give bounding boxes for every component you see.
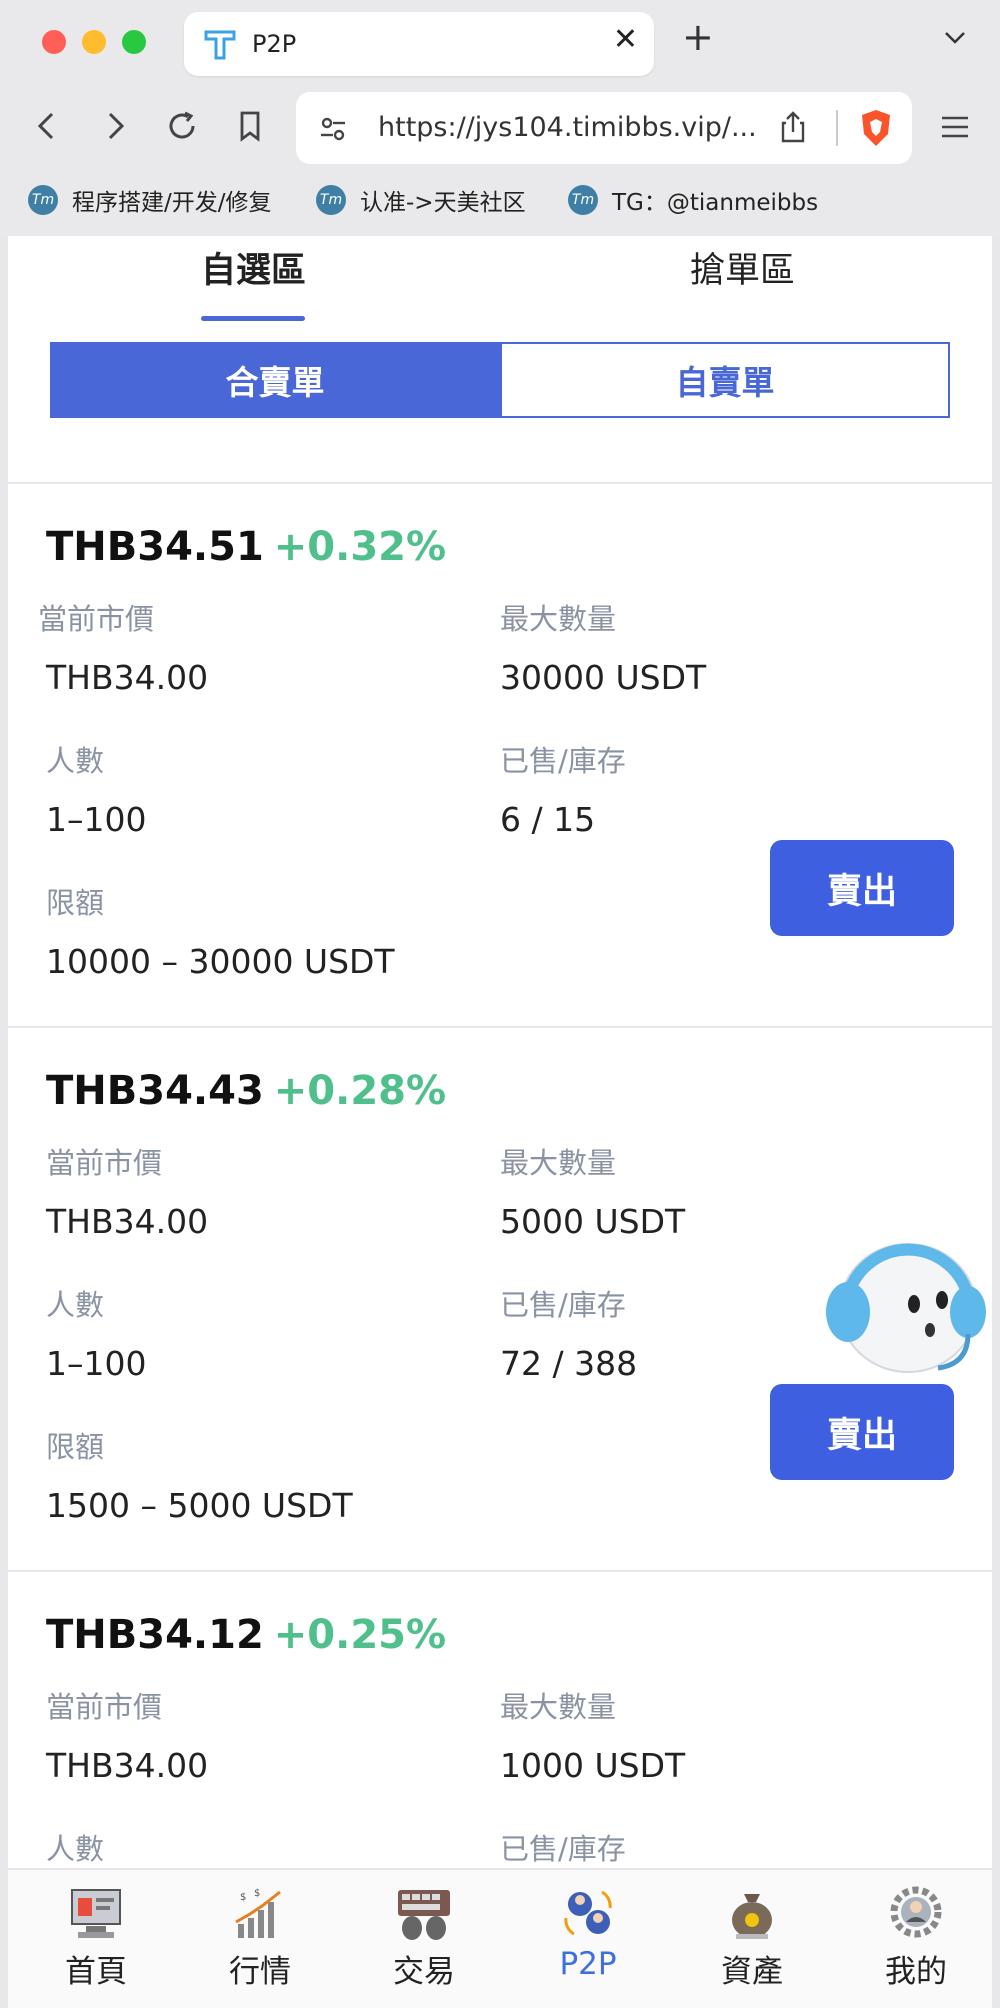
people-value: 1–100: [46, 1344, 147, 1383]
max-qty-label: 最大數量: [500, 602, 617, 636]
menu-icon[interactable]: [940, 114, 970, 140]
offer-price-value: THB34.12: [46, 1612, 264, 1658]
max-qty-value: 1000 USDT: [500, 1746, 686, 1785]
offer-price: THB34.51 +0.32%: [46, 524, 446, 570]
bookmark-label: 程序搭建/开发/修复: [72, 190, 272, 216]
offer-price: THB34.12 +0.25%: [46, 1612, 446, 1658]
p2p-page: 自選區 搶單區 合賣單 自賣單 THB34.51 +0.32% 當前市價 最大數量…: [8, 236, 992, 2008]
sold-stock-label: 已售/庫存: [500, 1832, 626, 1866]
bookmark-logo-icon: Tm: [28, 185, 58, 215]
reload-icon[interactable]: [164, 108, 200, 144]
p2p-exchange-icon: [564, 1890, 612, 1936]
browser-chrome: P2P ✕ + https://jys104.timibbs.vip/... T…: [0, 0, 1000, 236]
limit-label: 限額: [46, 1430, 105, 1464]
market-price-label: 當前市價: [46, 1690, 163, 1724]
people-label: 人數: [46, 1832, 105, 1866]
nav-home[interactable]: 首頁: [26, 1870, 166, 2008]
bookmark-item[interactable]: Tm 认准->天美社区: [316, 180, 526, 220]
market-price-value: THB34.00: [46, 1202, 209, 1241]
bookmark-item[interactable]: Tm TG：@tianmeibbs: [568, 180, 818, 220]
market-chart-icon: $ $: [235, 1888, 281, 1938]
new-tab-icon[interactable]: +: [682, 18, 714, 56]
url-divider: [836, 110, 838, 146]
offer-price: THB34.43 +0.28%: [46, 1068, 446, 1114]
nav-label: 資產: [721, 1954, 783, 1990]
bookmark-logo-icon: Tm: [568, 185, 598, 215]
offer-price-value: THB34.43: [46, 1068, 264, 1114]
max-qty-value: 30000 USDT: [500, 658, 707, 697]
money-bag-icon: [732, 1894, 772, 1939]
share-icon[interactable]: [778, 110, 808, 144]
offer-card: THB34.51 +0.32% 當前市價 最大數量 THB34.00 30000 …: [8, 484, 992, 1029]
limit-label: 限額: [46, 886, 105, 920]
nav-label: 行情: [229, 1954, 291, 1990]
people-label: 人數: [46, 1288, 105, 1322]
combined-sell-orders-toggle[interactable]: 合賣單: [50, 342, 500, 418]
market-price-label: 當前市價: [38, 602, 155, 636]
max-qty-value: 5000 USDT: [500, 1202, 686, 1241]
people-value: 1–100: [46, 800, 147, 839]
sold-stock-value: 72 / 388: [500, 1344, 638, 1383]
bookmark-item[interactable]: Tm 程序搭建/开发/修复: [28, 180, 272, 220]
sold-stock-value: 6 / 15: [500, 800, 596, 839]
svg-text:$: $: [240, 1892, 246, 1903]
nav-label: 交易: [393, 1954, 455, 1990]
market-price-label: 當前市價: [46, 1146, 163, 1180]
forward-icon[interactable]: [96, 108, 132, 144]
bookmark-logo-icon: Tm: [316, 185, 346, 215]
offer-price-change: +0.32%: [273, 524, 447, 570]
tab-selected-zone[interactable]: 自選區: [201, 242, 306, 293]
chevron-down-icon[interactable]: [942, 24, 968, 50]
nav-label: P2P: [559, 1946, 617, 1982]
offer-price-change: +0.25%: [273, 1612, 447, 1658]
offer-price-change: +0.28%: [273, 1068, 447, 1114]
people-label: 人數: [46, 744, 105, 778]
offer-price-value: THB34.51: [46, 524, 264, 570]
minimize-window-button[interactable]: [82, 30, 106, 54]
sold-stock-label: 已售/庫存: [500, 1288, 626, 1322]
svg-text:$: $: [254, 1888, 260, 1899]
sell-button[interactable]: 賣出: [770, 840, 954, 936]
max-qty-label: 最大數量: [500, 1690, 617, 1724]
self-sell-orders-toggle[interactable]: 自賣單: [500, 342, 950, 418]
nav-label: 首頁: [65, 1954, 127, 1990]
limit-value: 10000 – 30000 USDT: [46, 942, 395, 981]
max-qty-label: 最大數量: [500, 1146, 617, 1180]
nav-p2p[interactable]: P2P: [518, 1870, 658, 2008]
site-logo-icon: [204, 30, 236, 60]
sell-button[interactable]: 賣出: [770, 1384, 954, 1480]
maximize-window-button[interactable]: [122, 30, 146, 54]
url-bar[interactable]: https://jys104.timibbs.vip/...: [296, 92, 912, 164]
offer-card: THB34.12 +0.25% 當前市價 最大數量 THB34.00 1000 U…: [8, 1572, 992, 1868]
bookmark-icon[interactable]: [232, 108, 268, 144]
bottom-nav: 首頁 $ $ 行情 交易 P2P 資產 我的: [8, 1868, 992, 2008]
site-settings-icon[interactable]: [318, 114, 348, 144]
active-tab-indicator: [201, 316, 305, 321]
nav-label: 我的: [885, 1954, 947, 1990]
profile-gear-icon: [890, 1886, 942, 1938]
bookmark-label: TG：@tianmeibbs: [612, 190, 819, 216]
url-text: https://jys104.timibbs.vip/...: [378, 112, 757, 143]
sold-stock-label: 已售/庫存: [500, 744, 626, 778]
tab-close-icon[interactable]: ✕: [613, 22, 638, 57]
nav-profile[interactable]: 我的: [846, 1870, 986, 2008]
nav-trade[interactable]: 交易: [354, 1870, 494, 2008]
bookmark-label: 认准->天美社区: [360, 190, 526, 216]
market-price-value: THB34.00: [46, 658, 209, 697]
close-window-button[interactable]: [42, 30, 66, 54]
home-icon: [71, 1889, 121, 1938]
nav-assets[interactable]: 資產: [682, 1870, 822, 2008]
tab-grab-orders[interactable]: 搶單區: [690, 242, 795, 293]
keyboard-trade-icon: [398, 1890, 450, 1940]
limit-value: 1500 – 5000 USDT: [46, 1486, 353, 1525]
market-price-value: THB34.00: [46, 1746, 209, 1785]
tab-title: P2P: [252, 30, 297, 58]
brave-shield-icon[interactable]: [858, 108, 894, 148]
customer-support-icon[interactable]: [818, 1216, 992, 1378]
back-icon[interactable]: [30, 108, 66, 144]
browser-tab[interactable]: P2P ✕: [184, 12, 654, 76]
nav-market[interactable]: $ $ 行情: [190, 1870, 330, 2008]
